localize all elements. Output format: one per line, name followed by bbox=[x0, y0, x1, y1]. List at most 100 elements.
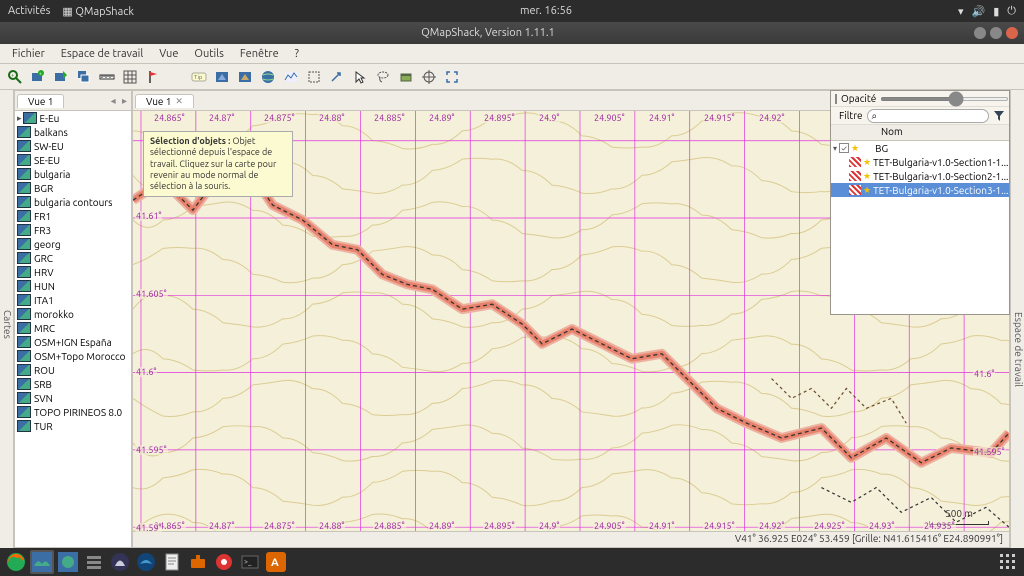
menu-espace[interactable]: Espace de travail bbox=[53, 46, 151, 62]
grid-icon[interactable] bbox=[119, 66, 141, 88]
map-list-item[interactable]: morokko bbox=[15, 307, 131, 321]
window-titlebar[interactable]: QMapShack, Version 1.11.1 bbox=[0, 22, 1024, 44]
network-icon[interactable]: ▾ bbox=[958, 5, 964, 18]
menu-fichier[interactable]: Fichier bbox=[4, 46, 53, 62]
map-list-item[interactable]: FR3 bbox=[15, 223, 131, 237]
tab-scroll-arrows[interactable]: ◂ ▸ bbox=[111, 95, 129, 107]
profile-icon[interactable] bbox=[280, 66, 302, 88]
zoom-tool-icon[interactable]: + bbox=[4, 66, 26, 88]
map-list-item[interactable]: bulgaria bbox=[15, 167, 131, 181]
tree-header: Nom bbox=[831, 125, 1009, 141]
tree-item[interactable]: ★TET-Bulgaria-v1.0-Section3-1... bbox=[831, 183, 1009, 197]
dock-thunderbird-icon[interactable] bbox=[134, 550, 158, 574]
route-arrow-icon[interactable] bbox=[326, 66, 348, 88]
left-gutter-label[interactable]: Cartes bbox=[0, 90, 14, 548]
fullscreen-icon[interactable] bbox=[441, 66, 463, 88]
map-list-item[interactable]: GRC bbox=[15, 251, 131, 265]
app-indicator[interactable]: ▦ QMapShack bbox=[62, 5, 133, 18]
select-square-icon[interactable] bbox=[303, 66, 325, 88]
globe-icon[interactable] bbox=[257, 66, 279, 88]
map-list-label: MRC bbox=[34, 323, 55, 334]
maps-tab[interactable]: Vue 1 bbox=[17, 94, 64, 108]
map-list-item[interactable]: SE-EU bbox=[15, 153, 131, 167]
save-view-icon[interactable] bbox=[50, 66, 72, 88]
tree-item[interactable]: ★TET-Bulgaria-v1.0-Section1-1... bbox=[831, 155, 1009, 169]
layer-a-icon[interactable] bbox=[211, 66, 233, 88]
dock-app1-icon[interactable] bbox=[108, 550, 132, 574]
map-list-item[interactable]: OSM+Topo Morocco bbox=[15, 349, 131, 363]
tip-icon[interactable]: Tip bbox=[188, 66, 210, 88]
map-list-item[interactable]: MRC bbox=[15, 321, 131, 335]
dock-software-icon[interactable] bbox=[186, 550, 210, 574]
right-gutter-label[interactable]: Espace de travail bbox=[1010, 90, 1024, 548]
grid-coord-label: 41.605° bbox=[135, 289, 168, 299]
close-tab-icon[interactable]: ✕ bbox=[175, 96, 183, 107]
cursor-icon[interactable] bbox=[349, 66, 371, 88]
map-view-tab[interactable]: Vue 1✕ bbox=[135, 94, 194, 108]
map-list-item[interactable]: ITA1 bbox=[15, 293, 131, 307]
map-list-item[interactable]: FR1 bbox=[15, 209, 131, 223]
svg-text:+: + bbox=[39, 70, 42, 76]
dock-firefox-icon[interactable] bbox=[4, 550, 28, 574]
dock-files-icon[interactable] bbox=[82, 550, 106, 574]
menu-outils[interactable]: Outils bbox=[186, 46, 231, 62]
map-icon bbox=[17, 238, 31, 250]
map-list-item[interactable]: SRB bbox=[15, 377, 131, 391]
tree-item[interactable]: ★TET-Bulgaria-v1.0-Section2-1... bbox=[831, 169, 1009, 183]
tree-root[interactable]: ▾✓★BG bbox=[831, 141, 1009, 155]
map-list-item[interactable]: TUR bbox=[15, 419, 131, 433]
add-view-icon[interactable]: + bbox=[27, 66, 49, 88]
crosshair-icon[interactable] bbox=[418, 66, 440, 88]
map-list-item[interactable]: TOPO PIRINEOS 8.0 bbox=[15, 405, 131, 419]
dock-qmapshack-icon[interactable] bbox=[30, 550, 54, 574]
system-top-bar: Activités ▦ QMapShack mer. 16:56 ▾ 🔊 ▮ ⏻ bbox=[0, 0, 1024, 22]
battery-icon[interactable]: ▮ bbox=[993, 5, 999, 18]
maps-list[interactable]: E-EubalkansSW-EUSE-EUbulgariaBGRbulgaria… bbox=[15, 111, 131, 547]
map-list-item[interactable]: bulgaria contours bbox=[15, 195, 131, 209]
menu-help[interactable]: ? bbox=[287, 46, 307, 62]
map-list-item[interactable]: HUN bbox=[15, 279, 131, 293]
dock-text-icon[interactable] bbox=[160, 550, 184, 574]
power-icon[interactable]: ⏻ bbox=[1007, 5, 1016, 18]
grid-coord-label: 24.93° bbox=[868, 521, 895, 531]
map-list-item[interactable]: ROU bbox=[15, 363, 131, 377]
map-list-item[interactable]: OSM+IGN España bbox=[15, 335, 131, 349]
geocache-icon[interactable] bbox=[395, 66, 417, 88]
copy-view-icon[interactable] bbox=[73, 66, 95, 88]
opacity-slider[interactable] bbox=[880, 97, 1009, 101]
layer-b-icon[interactable] bbox=[234, 66, 256, 88]
map-list-item[interactable]: SW-EU bbox=[15, 139, 131, 153]
dock-help-icon[interactable] bbox=[212, 550, 236, 574]
dock-terminal-icon[interactable]: >_ bbox=[238, 550, 262, 574]
poi-flag-icon[interactable] bbox=[142, 66, 164, 88]
map-list-item[interactable]: HRV bbox=[15, 265, 131, 279]
maximize-button[interactable] bbox=[990, 27, 1002, 39]
workspace-tree[interactable]: ▾✓★BG★TET-Bulgaria-v1.0-Section1-1...★TE… bbox=[831, 141, 1009, 314]
map-list-item[interactable]: SVN bbox=[15, 391, 131, 405]
map-list-label: ROU bbox=[34, 365, 55, 376]
map-list-item[interactable]: georg bbox=[15, 237, 131, 251]
opacity-toggle[interactable] bbox=[835, 94, 837, 104]
dock-anki-icon[interactable]: A bbox=[264, 550, 288, 574]
map-list-label: OSM+IGN España bbox=[34, 337, 112, 348]
map-list-item[interactable]: E-Eu bbox=[15, 111, 131, 125]
lasso-icon[interactable] bbox=[372, 66, 394, 88]
dock-map2-icon[interactable] bbox=[56, 550, 80, 574]
activities-button[interactable]: Activités bbox=[8, 5, 50, 18]
filter-field[interactable]: ⌕ bbox=[867, 109, 989, 123]
show-apps-icon[interactable] bbox=[1000, 554, 1018, 572]
grid-coord-label: 24.895° bbox=[483, 113, 516, 123]
map-icon bbox=[17, 224, 31, 236]
minimize-button[interactable] bbox=[974, 27, 986, 39]
volume-icon[interactable]: 🔊 bbox=[972, 5, 986, 18]
night-icon[interactable] bbox=[165, 66, 187, 88]
menu-vue[interactable]: Vue bbox=[151, 46, 186, 62]
map-list-item[interactable]: BGR bbox=[15, 181, 131, 195]
grid-coord-label: 24.91° bbox=[648, 521, 675, 531]
ruler-icon[interactable] bbox=[96, 66, 118, 88]
map-list-item[interactable]: balkans bbox=[15, 125, 131, 139]
close-button[interactable] bbox=[1006, 27, 1018, 39]
menu-fenetre[interactable]: Fenêtre bbox=[232, 46, 287, 62]
track-icon bbox=[849, 157, 861, 167]
funnel-icon[interactable] bbox=[993, 110, 1005, 122]
